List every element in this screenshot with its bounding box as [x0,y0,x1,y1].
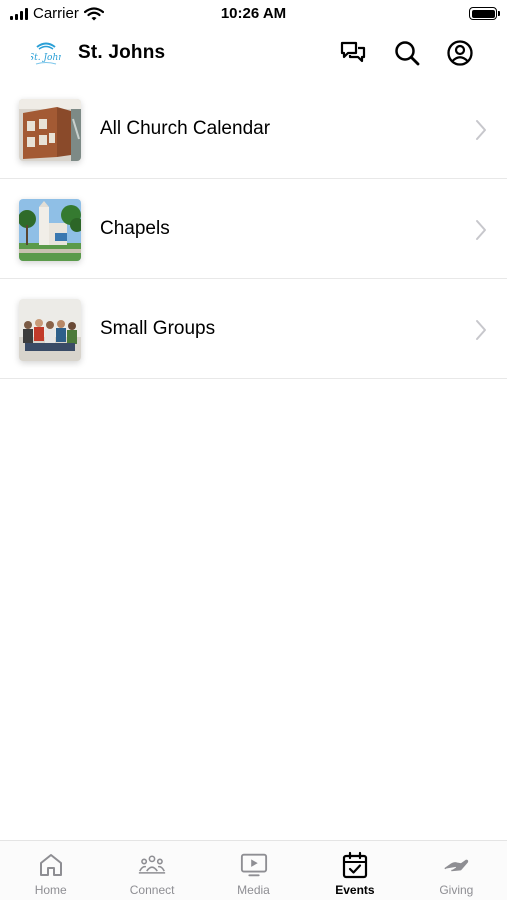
list-item-chapels[interactable]: Chapels [0,179,507,279]
tab-label: Home [34,883,67,897]
account-icon[interactable] [445,38,475,68]
list-item-label: Small Groups [100,318,216,339]
play-screen-icon [240,851,268,879]
tab-label: Giving [439,883,474,897]
list-item-small-groups[interactable]: Small Groups [0,279,507,379]
chevron-right-icon [476,120,486,140]
hand-icon [442,851,470,879]
status-time: 10:26 AM [220,5,287,22]
events-list: All Church Calendar Chapels Small Groups [0,79,507,379]
status-bar: Carrier 10:26 AM [0,0,507,28]
app-header: St. John St. Johns [0,30,507,76]
list-item-all-church-calendar[interactable]: All Church Calendar [0,79,507,179]
chapel-photo [19,199,81,261]
tab-label: Connect [129,883,175,897]
svg-text:St. John: St. John [31,53,61,63]
small-group-photo [19,299,81,361]
chevron-right-icon [476,320,486,340]
tab-label: Events [335,883,375,897]
chevron-right-icon [476,220,486,240]
calendar-building-photo [19,99,81,161]
tab-media[interactable]: Media [203,841,304,900]
calendar-icon [341,851,369,879]
people-icon [138,851,166,879]
list-item-label: Chapels [100,218,170,239]
search-icon[interactable] [392,38,422,68]
list-item-label: All Church Calendar [100,118,271,139]
tab-events[interactable]: Events [304,841,405,900]
tab-giving[interactable]: Giving [406,841,507,900]
app-title: St. Johns [78,42,166,63]
battery-icon [469,7,500,20]
tab-label: Media [237,883,270,897]
tab-bar: Home Connect Media Events Giving [0,840,507,900]
chat-icon[interactable] [338,38,368,68]
church-logo: St. John [28,38,64,68]
home-icon [37,851,65,879]
tab-connect[interactable]: Connect [101,841,202,900]
tab-home[interactable]: Home [0,841,101,900]
